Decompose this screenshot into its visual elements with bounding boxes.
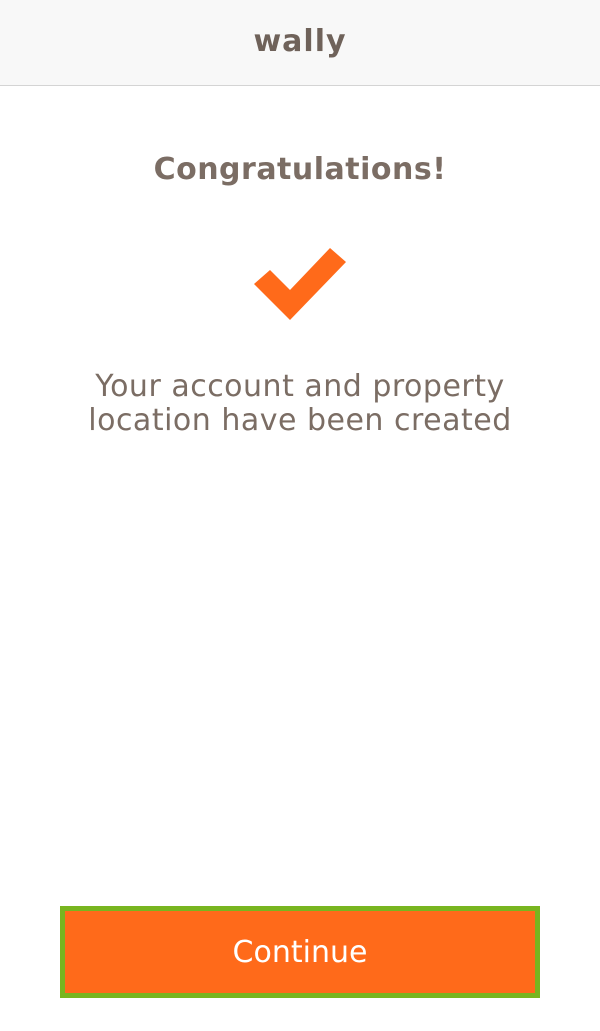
- continue-button-label: Continue: [232, 934, 368, 970]
- success-message-line-2: location have been created: [88, 403, 512, 438]
- success-message: Your account and property location have …: [50, 370, 550, 438]
- continue-button[interactable]: Continue: [60, 906, 540, 998]
- checkmark-icon: [254, 248, 346, 320]
- page-title: Congratulations!: [153, 152, 447, 187]
- success-message-line-1: Your account and property: [95, 369, 505, 404]
- app-header: wally: [0, 0, 600, 86]
- success-screen: wally Congratulations! Your account and …: [0, 0, 600, 1031]
- app-logo: wally: [253, 23, 347, 59]
